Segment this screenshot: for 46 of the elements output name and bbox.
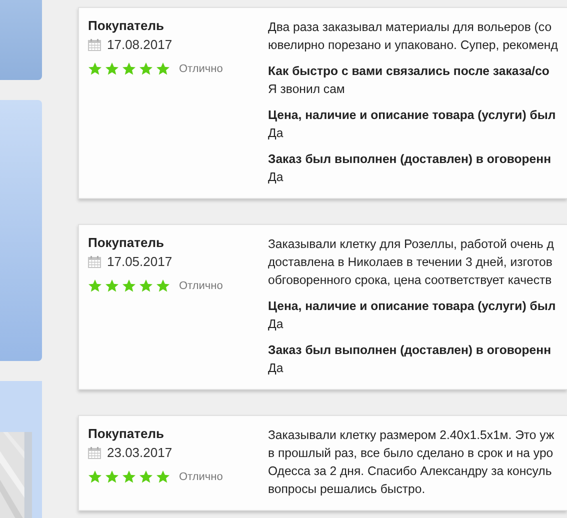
review-text: Одесса за 2 дня. Спасибо Александру за консуль — [268, 463, 552, 480]
star-icon — [122, 62, 136, 76]
star-icon — [139, 470, 153, 484]
star-icon — [156, 470, 170, 484]
review-text: доставлена в Николаев в течении 3 дней, изготов — [268, 254, 552, 271]
rating-label: Отлично — [179, 63, 223, 75]
review-text: вопросы решались быстро. — [268, 481, 426, 498]
review-text: Заказывали клетку для Розеллы, работой очень д — [268, 236, 554, 253]
calendar-icon — [88, 447, 101, 459]
author-name: Покупатель — [88, 18, 165, 34]
answer-text: Да — [268, 125, 284, 142]
star-icon — [156, 62, 170, 76]
author-name: Покупатель — [88, 235, 165, 251]
answer-text: Да — [268, 360, 284, 377]
answer-text: Да — [268, 169, 284, 186]
review-text: Заказывали клетку размером 2.40x1.5x1м. Это уж — [268, 427, 554, 444]
calendar-icon — [88, 256, 101, 268]
answer-text: Я звонил сам — [268, 81, 345, 98]
star-icon — [105, 62, 119, 76]
star-icon — [122, 470, 136, 484]
question-text: Цена, наличие и описание товара (услуги) был — [268, 107, 556, 124]
review-date: 23.03.2017 — [107, 445, 172, 461]
review-date: 17.05.2017 — [107, 254, 172, 270]
review-date: 17.08.2017 — [107, 37, 172, 53]
question-text: Заказ был выполнен (доставлен) в оговоренн — [268, 151, 552, 168]
star-icon — [88, 62, 102, 76]
review-text: ювелирно порезано и упаковано. Супер, рекоменд — [268, 37, 558, 54]
author-name: Покупатель — [88, 426, 165, 442]
answer-text: Да — [268, 316, 284, 333]
star-icon — [139, 62, 153, 76]
review-text: Два раза заказывал материалы для вольеров (со — [268, 19, 552, 36]
question-text: Заказ был выполнен (доставлен) в оговоренн — [268, 342, 552, 359]
review-text: в прошлый раз, все было сделано в срок и на уро — [268, 445, 554, 462]
question-text: Как быстро с вами связались после заказа/со — [268, 63, 550, 80]
star-icon — [105, 279, 119, 293]
star-icon — [156, 279, 170, 293]
star-icon — [122, 279, 136, 293]
star-icon — [139, 279, 153, 293]
star-icon — [88, 279, 102, 293]
star-icon — [105, 470, 119, 484]
calendar-icon — [88, 39, 101, 51]
rating-label: Отлично — [179, 471, 223, 483]
rating-label: Отлично — [179, 280, 223, 292]
question-text: Цена, наличие и описание товара (услуги) был — [268, 298, 556, 315]
star-icon — [88, 470, 102, 484]
review-text: обговоренного срока, цена соответствует качеств — [268, 272, 552, 289]
